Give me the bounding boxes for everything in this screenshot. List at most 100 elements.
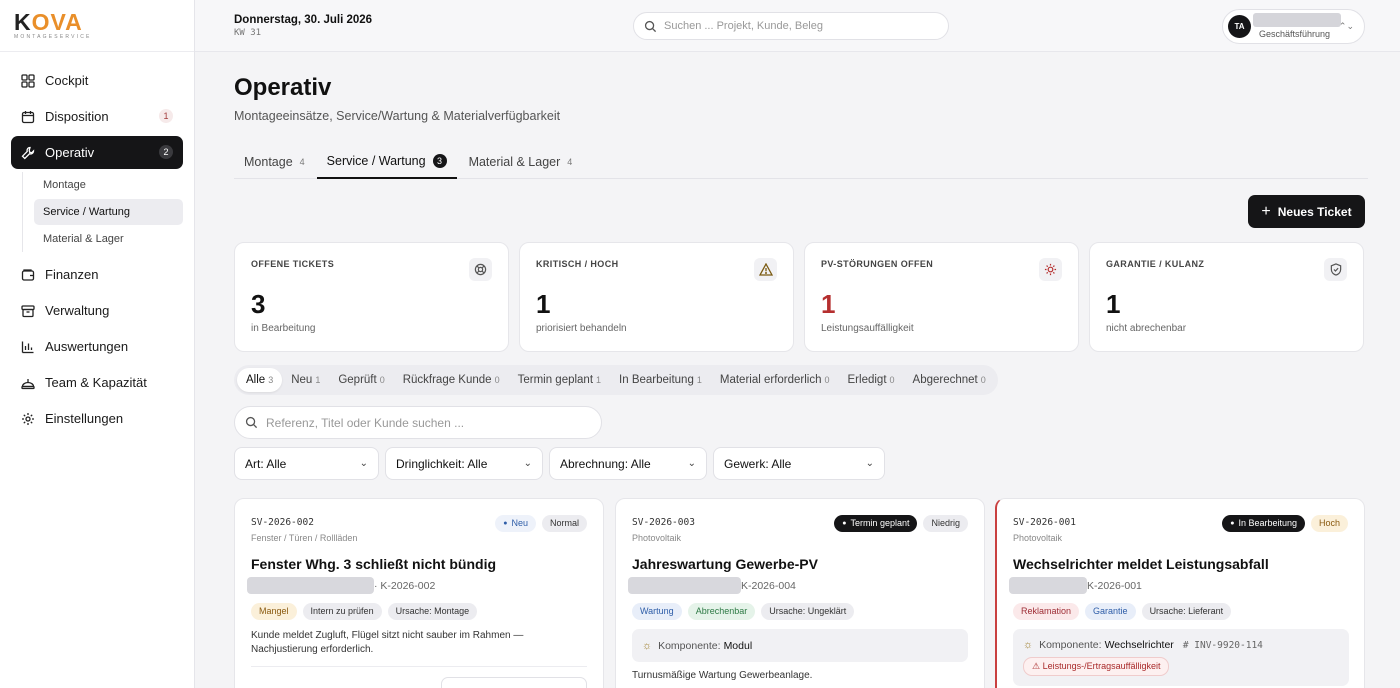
sidebar-item-auswertungen[interactable]: Auswertungen [11,330,183,363]
ticket-customer: K-2026-004 [628,577,796,594]
brand-logo[interactable]: KOVA MONTAGESERVICE [0,0,194,52]
tag-abrechnung: Abrechenbar [687,603,756,620]
ticket-customer: · K-2026-002 [247,577,435,594]
component-row: ☼ Komponente: Modul [642,640,752,652]
ticket-description: Kunde meldet Zugluft, Flügel sitzt nicht… [251,630,524,655]
filter-count: 1 [315,375,321,385]
stat-label: GARANTIE / KULANZ [1106,259,1205,269]
topbar: Donnerstag, 30. Juli 2026 KW 31 Suchen .… [195,0,1400,52]
status-badge: Neu [495,515,536,532]
status-badge: In Bearbeitung [1222,515,1305,532]
status-filter-erledigt[interactable]: Erledigt 0 [839,368,904,392]
sidebar-item-einstellungen[interactable]: Einstellungen [11,402,183,435]
filter-count: 0 [980,375,986,385]
tab-service-wartung[interactable]: Service / Wartung 3 [316,144,457,179]
status-filter-abgerechnet[interactable]: Abgerechnet 0 [904,368,995,392]
stat-subtext: Leistungsauffälligkeit [821,323,914,334]
sidebar-item-label: Verwaltung [45,303,110,318]
warning-icon: ⚠ [1032,661,1043,671]
search-placeholder: Referenz, Titel oder Kunde suchen ... [266,415,465,430]
wallet-icon [21,268,35,281]
subnav-item-service-wartung[interactable]: Service / Wartung [34,199,183,225]
filter-art-select[interactable]: Art: Alle ⌄ [234,447,379,480]
ticket-card[interactable]: SV-2026-001 Photovoltaik In Bearbeitung … [995,498,1365,688]
global-search-input[interactable]: Suchen ... Projekt, Kunde, Beleg [633,12,949,40]
subnav-item-montage[interactable]: Montage [34,172,183,198]
stat-subtext: nicht abrechenbar [1106,323,1187,334]
ticket-badges: Termin geplant Niedrig [828,515,968,532]
sidebar: KOVA MONTAGESERVICE Cockpit Disposition … [0,0,195,688]
sun-icon: ☼ [642,639,653,652]
user-menu[interactable]: TA Geschäftsführung ⌃⌄ [1222,9,1365,44]
status-filter-geprueft[interactable]: Geprüft 0 [329,368,393,392]
sidebar-item-disposition[interactable]: Disposition 1 [11,100,183,133]
customer-ref: K-2026-001 [1087,579,1142,592]
filter-label: Rückfrage Kunde [402,374,492,386]
ticket-card[interactable]: SV-2026-003 Photovoltaik Termin geplant … [615,498,985,688]
filter-abrechnung-select[interactable]: Abrechnung: Alle ⌄ [549,447,707,480]
new-ticket-button[interactable]: + Neues Ticket [1248,195,1365,228]
status-filter-neu[interactable]: Neu 1 [282,368,329,392]
sidebar-item-team-kapazitaet[interactable]: Team & Kapazität [11,366,183,399]
page-title: Operativ [234,74,332,101]
inverter-serial: # INV-9920-114 [1182,639,1263,651]
sidebar-item-finanzen[interactable]: Finanzen [11,258,183,291]
tag-art: Mangel [251,603,297,620]
filter-label: In Bearbeitung [619,374,694,386]
user-role: Geschäftsführung [1259,29,1331,39]
status-badge: Termin geplant [834,515,918,532]
stat-card-offene-tickets: OFFENE TICKETS 3 in Bearbeitung [234,242,509,352]
filter-label: Geprüft [338,374,377,386]
filter-count: 0 [824,375,830,385]
chevron-down-icon: ⌄ [865,458,874,469]
ticket-customer: K-2026-001 [1009,577,1142,594]
ticket-category: Photovoltaik [632,533,682,543]
stat-label: PV-STÖRUNGEN OFFEN [821,259,934,269]
priority-badge: Hoch [1310,515,1348,532]
ticket-card[interactable]: SV-2026-002 Fenster / Türen / Rollläden … [234,498,604,688]
sidebar-item-verwaltung[interactable]: Verwaltung [11,294,183,327]
status-filter-termin-geplant[interactable]: Termin geplant 1 [509,368,610,392]
calendar-week: KW 31 [234,28,262,38]
sun-icon: ☼ [1023,639,1034,651]
main-content: Operativ Montageeinsätze, Service/Wartun… [195,52,1400,688]
calendar-icon [21,110,35,123]
priority-badge: Niedrig [923,515,968,532]
ticket-action-button[interactable] [441,677,587,688]
filter-gewerk-select[interactable]: Gewerk: Alle ⌄ [713,447,885,480]
team-icon [21,378,35,389]
status-filter-material-erforderlich[interactable]: Material erforderlich 0 [711,368,839,392]
subnav-item-material-lager[interactable]: Material & Lager [34,226,183,252]
tab-label: Montage [244,154,293,169]
component-value: Wechselrichter [1104,639,1174,651]
ticket-search-input[interactable]: Referenz, Titel oder Kunde suchen ... [234,406,602,439]
wrench-icon [21,146,35,159]
select-value: Gewerk: Alle [724,456,792,471]
lifebuoy-icon [469,258,492,281]
filter-dringlichkeit-select[interactable]: Dringlichkeit: Alle ⌄ [385,447,543,480]
component-label: Komponente: [1039,639,1102,651]
stat-label: KRITISCH / HOCH [536,259,619,269]
avatar: TA [1228,15,1251,38]
sidebar-item-label: Disposition [45,109,109,124]
filter-label: Erledigt [847,374,887,386]
count-badge: 2 [159,145,173,159]
ticket-ref: SV-2026-003 [632,517,695,528]
tab-material-lager[interactable]: Material & Lager 4 [459,144,583,179]
stat-value: 1 [536,289,551,319]
ticket-ref: SV-2026-001 [1013,517,1076,528]
tab-montage[interactable]: Montage 4 [234,144,315,179]
component-box: ☼ Komponente: Wechselrichter # INV-9920-… [1013,629,1349,686]
grid-icon [21,73,35,88]
ticket-ref: SV-2026-002 [251,517,314,528]
status-filter-in-bearbeitung[interactable]: In Bearbeitung 1 [610,368,711,392]
sidebar-item-label: Team & Kapazität [45,375,147,390]
chevron-down-icon: ⌄ [523,458,532,469]
status-filter-rueckfrage-kunde[interactable]: Rückfrage Kunde 0 [394,368,509,392]
plus-icon: + [1261,202,1271,220]
sidebar-item-operativ[interactable]: Operativ 2 [11,136,183,169]
stat-subtext: priorisiert behandeln [536,323,627,334]
status-filter-alle[interactable]: Alle 3 [237,368,283,392]
sidebar-item-cockpit[interactable]: Cockpit [11,64,183,97]
filter-label: Alle [246,374,266,386]
